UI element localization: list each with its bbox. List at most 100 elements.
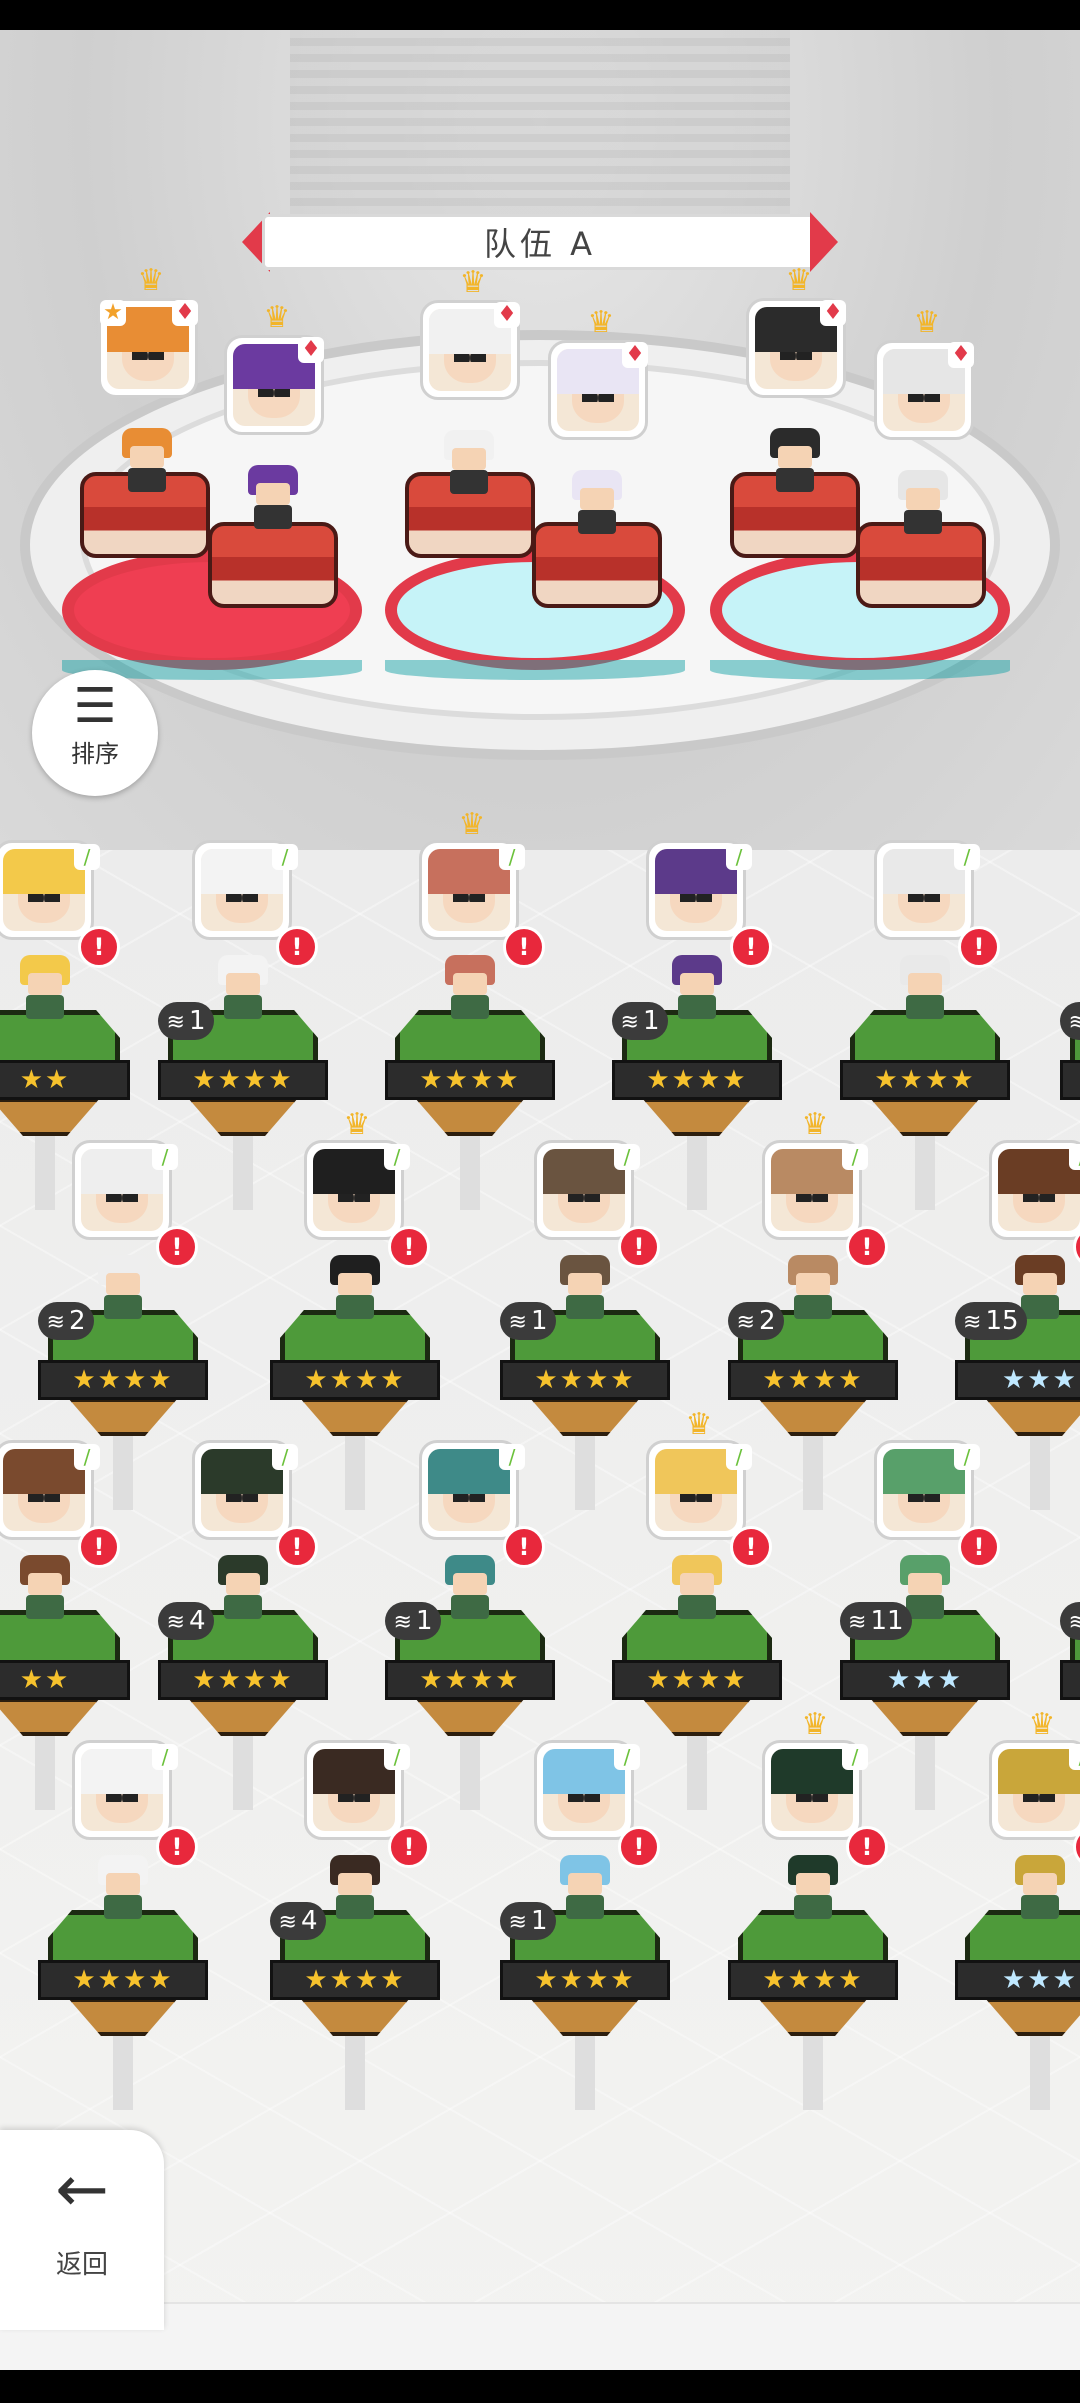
star-rating: ★★★★	[270, 1960, 440, 2000]
sprite-body	[450, 470, 488, 494]
alert-icon: !	[388, 1826, 430, 1868]
star-rating	[1060, 1060, 1080, 1100]
hero-face	[3, 849, 85, 931]
sprite-face	[106, 1273, 140, 1295]
island-dirt	[68, 1998, 178, 2036]
sprite-body	[906, 1595, 944, 1619]
hero-eyes	[225, 894, 259, 903]
sprite-face	[568, 1273, 602, 1295]
alert-icon: !	[958, 926, 1000, 968]
hero-island[interactable]: ★★★★	[840, 1010, 1010, 1140]
hero-eyes	[131, 352, 165, 361]
star-rating: ★★★	[955, 1960, 1080, 2000]
hero-island[interactable]: ★★★★	[612, 1610, 782, 1740]
hero-sprite	[435, 1555, 505, 1619]
hero-face	[543, 1149, 625, 1231]
duplicate-count-badge: ≋ 15	[955, 1302, 1027, 1340]
hero-island[interactable]: ★★★★	[270, 1310, 440, 1440]
hero-hair	[201, 1449, 283, 1495]
hero-hair	[998, 1149, 1080, 1195]
sprite-body	[794, 1895, 832, 1919]
star-rating: ★★★★	[270, 1360, 440, 1400]
card-stack-icon: ≋	[166, 1010, 185, 1035]
alert-icon: !	[78, 926, 120, 968]
leaf-icon: /	[384, 1744, 410, 1770]
sort-button[interactable]: ☰ 排序	[32, 670, 158, 796]
sprite-body	[128, 468, 166, 492]
hero-hair	[3, 849, 85, 895]
back-button[interactable]: ← 返回	[0, 2130, 164, 2330]
hero-face	[655, 849, 737, 931]
leaf-icon: /	[954, 1444, 980, 1470]
hero-sprite	[550, 1855, 620, 1919]
hero-face	[998, 1149, 1080, 1231]
card-stack-icon: ≋	[508, 1910, 527, 1935]
hero-hair	[543, 1749, 625, 1795]
duplicate-count: 2	[758, 1306, 776, 1336]
hero-eyes	[907, 1494, 941, 1503]
sprite-body	[104, 1295, 142, 1319]
island-dirt	[870, 1098, 980, 1136]
crown-icon: ♛	[343, 1107, 371, 1142]
hero-hair	[313, 1149, 395, 1195]
island-dirt	[0, 1698, 100, 1736]
pedestal	[532, 522, 662, 608]
hero-island[interactable]: ★★★★	[385, 1010, 555, 1140]
sprite-face	[453, 1573, 487, 1595]
star-rating: ★★	[0, 1660, 130, 1700]
card-stack-icon: ≋	[848, 1610, 867, 1635]
hero-face	[543, 1749, 625, 1831]
star-rating	[1060, 1660, 1080, 1700]
star-rating: ★★★★	[38, 1360, 208, 1400]
hero-island[interactable]: ★★★	[955, 1910, 1080, 2040]
hero-sprite	[10, 955, 80, 1019]
leaf-icon: /	[726, 1444, 752, 1470]
hero-sprite	[778, 1255, 848, 1319]
island-dirt	[415, 1098, 525, 1136]
team-slot-sprite	[562, 470, 632, 534]
star-rating: ★★★★	[158, 1660, 328, 1700]
back-label: 返回	[55, 2250, 108, 2280]
hero-island[interactable]: ★★	[0, 1610, 130, 1740]
hero-eyes	[337, 1794, 371, 1803]
hero-sprite	[88, 1855, 158, 1919]
star-rating: ★★★	[840, 1660, 1010, 1700]
hero-portrait[interactable]	[989, 1740, 1080, 1840]
hero-eyes	[795, 1194, 829, 1203]
hero-island[interactable]: ★★★★	[38, 1910, 208, 2040]
hero-eyes	[27, 1494, 61, 1503]
sprite-body	[104, 1895, 142, 1919]
card-stack-icon: ≋	[393, 1610, 412, 1635]
leaf-icon: /	[272, 844, 298, 870]
alert-icon: !	[503, 926, 545, 968]
team-banner[interactable]: 队伍 A	[242, 208, 838, 276]
game-stage: 队伍 A ♛ ♦ ★ ♛ ♦ ♛ ♦ ♛ ♦ ♛ ♦ ♛ ♦ ★★ /! ★★★★ /! ≋ 1 ★★★★ /! ♛ ★★…	[0, 30, 1080, 2370]
sprite-body	[776, 468, 814, 492]
hero-eyes	[581, 394, 615, 403]
hero-portrait[interactable]	[989, 1140, 1080, 1240]
hero-sprite	[1005, 1855, 1075, 1919]
leaf-icon: /	[152, 1744, 178, 1770]
duplicate-count-badge: ≋6	[1060, 1602, 1080, 1640]
duplicate-count-badge: ≋ 2	[38, 1302, 94, 1340]
sprite-body	[578, 510, 616, 534]
duplicate-count: 11	[870, 1606, 904, 1636]
hero-island[interactable]: ★★★★	[728, 1910, 898, 2040]
hero-hair	[81, 1749, 163, 1795]
hero-face	[883, 849, 965, 931]
hero-face	[313, 1749, 395, 1831]
crown-icon: ♛	[459, 265, 487, 300]
star-rating: ★★★★	[500, 1360, 670, 1400]
alert-icon: !	[156, 1226, 198, 1268]
leaf-icon: /	[384, 1144, 410, 1170]
hero-hair	[201, 849, 283, 895]
next-team-arrow-icon[interactable]	[810, 212, 838, 272]
hero-eyes	[225, 1494, 259, 1503]
hero-island[interactable]: ★★	[0, 1010, 130, 1140]
card-stack-icon: ≋	[278, 1910, 297, 1935]
duplicate-count-badge: ≋ 1	[385, 1602, 441, 1640]
hero-sprite	[662, 1555, 732, 1619]
hero-eyes	[453, 354, 487, 363]
island-dirt	[758, 1998, 868, 2036]
arrow-left-icon: ←	[55, 2153, 109, 2227]
